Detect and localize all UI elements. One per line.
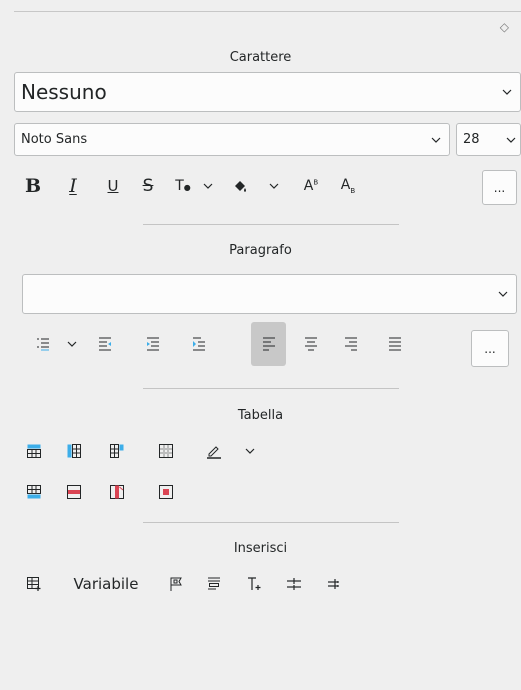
- text-insert-icon: [248, 577, 261, 590]
- align-right-icon: [345, 337, 357, 351]
- table-delete-column-icon: [110, 485, 124, 499]
- delete-row-button[interactable]: [64, 478, 84, 506]
- table-grid-icon: [159, 444, 173, 458]
- border-color-dropdown[interactable]: [242, 437, 258, 465]
- italic-button[interactable]: I: [62, 172, 84, 200]
- text-transform-button[interactable]: T●: [172, 172, 194, 200]
- chevron-down-icon: [498, 291, 508, 297]
- font-name-combo[interactable]: Noto Sans: [14, 123, 450, 156]
- text-transform-icon: T●: [175, 178, 191, 194]
- align-left-button[interactable]: [251, 322, 286, 366]
- character-more-button[interactable]: ...: [482, 170, 517, 205]
- highlight-button[interactable]: [228, 172, 252, 200]
- strikethrough-icon: S: [142, 176, 154, 196]
- chevron-down-icon: [506, 137, 516, 143]
- subscript-button[interactable]: AB: [337, 172, 359, 200]
- superscript-icon: AB: [303, 178, 319, 194]
- section-divider: [143, 224, 399, 225]
- footnote-icon: [208, 577, 220, 590]
- link-icon: [328, 579, 339, 589]
- list-bullets-icon: [37, 338, 49, 351]
- font-name-value: Noto Sans: [21, 132, 88, 147]
- section-title-insert: Inserisci: [233, 541, 288, 556]
- list-style-dropdown[interactable]: [64, 330, 80, 358]
- panel-options-icon[interactable]: ◇: [500, 20, 509, 34]
- delete-table-button[interactable]: [156, 478, 176, 506]
- align-center-button[interactable]: [300, 330, 322, 358]
- align-left-icon: [262, 337, 275, 351]
- superscript-button[interactable]: AB: [300, 172, 322, 200]
- chevron-down-icon: [431, 137, 441, 143]
- bold-button[interactable]: B: [22, 172, 44, 200]
- insert-variable-button[interactable]: Variabile: [66, 570, 146, 598]
- insert-cross-reference-button[interactable]: [324, 570, 344, 598]
- paragraph-style-value: Nessuno: [21, 80, 107, 104]
- text-transform-dropdown[interactable]: [200, 172, 216, 200]
- underline-icon: U: [107, 177, 119, 195]
- font-size-value: 28: [463, 132, 480, 147]
- variable-label: Variabile: [73, 575, 139, 593]
- align-center-icon: [305, 337, 317, 351]
- indent-increase-icon: [147, 337, 159, 351]
- pen-icon: [207, 446, 221, 459]
- paragraph-more-button[interactable]: ...: [471, 330, 509, 367]
- insert-separator-button[interactable]: [284, 570, 304, 598]
- insert-table-button[interactable]: [24, 570, 44, 598]
- table-grid-button[interactable]: [156, 437, 176, 465]
- insert-column-before-button[interactable]: [64, 437, 84, 465]
- strikethrough-button[interactable]: S: [137, 172, 159, 200]
- table-delete-icon: [159, 485, 173, 499]
- chevron-down-icon: [502, 89, 512, 95]
- table-delete-row-icon: [67, 485, 81, 499]
- table-insert-icon: [27, 577, 41, 591]
- font-size-combo[interactable]: 28: [456, 123, 521, 156]
- justify-button[interactable]: [384, 330, 406, 358]
- paint-bucket-icon: [235, 181, 246, 192]
- section-title-paragraph: Paragrafo: [229, 243, 292, 258]
- delete-column-button[interactable]: [107, 478, 127, 506]
- adjust-icon: [287, 578, 301, 590]
- table-column-after-icon: [110, 444, 124, 458]
- chevron-down-icon: [245, 448, 255, 454]
- chevron-down-icon: [67, 341, 77, 347]
- section-divider: [143, 522, 399, 523]
- table-column-insert-icon: [67, 444, 81, 458]
- insert-row-above-button[interactable]: [24, 437, 44, 465]
- section-title-character: Carattere: [229, 50, 292, 65]
- insert-row-below-button[interactable]: [24, 478, 44, 506]
- highlight-dropdown[interactable]: [266, 172, 282, 200]
- section-divider: [143, 388, 399, 389]
- underline-button[interactable]: U: [102, 172, 124, 200]
- table-row-insert-below-icon: [27, 485, 41, 499]
- flag-icon: [170, 577, 182, 591]
- list-style-button[interactable]: [32, 330, 54, 358]
- bold-icon: B: [24, 175, 42, 197]
- paragraph-style-list-combo[interactable]: [22, 274, 517, 314]
- indent-decrease-icon: [99, 337, 111, 351]
- table-row-insert-above-icon: [27, 444, 41, 458]
- section-title-table: Tabella: [237, 408, 284, 423]
- hanging-indent-icon: [193, 337, 205, 351]
- border-color-button[interactable]: [204, 437, 224, 465]
- subscript-icon: AB: [340, 177, 356, 195]
- align-right-button[interactable]: [340, 330, 362, 358]
- insert-text-field-button[interactable]: [244, 570, 264, 598]
- italic-icon: I: [69, 175, 77, 197]
- align-justify-icon: [389, 337, 401, 351]
- hanging-indent-button[interactable]: [188, 330, 210, 358]
- insert-bookmark-button[interactable]: [166, 570, 186, 598]
- insert-footnote-button[interactable]: [204, 570, 224, 598]
- chevron-down-icon: [203, 183, 213, 189]
- insert-column-after-button[interactable]: [107, 437, 127, 465]
- paragraph-style-combo[interactable]: Nessuno: [14, 72, 521, 112]
- decrease-indent-button[interactable]: [94, 330, 116, 358]
- increase-indent-button[interactable]: [142, 330, 164, 358]
- top-divider: [14, 11, 521, 12]
- chevron-down-icon: [269, 183, 279, 189]
